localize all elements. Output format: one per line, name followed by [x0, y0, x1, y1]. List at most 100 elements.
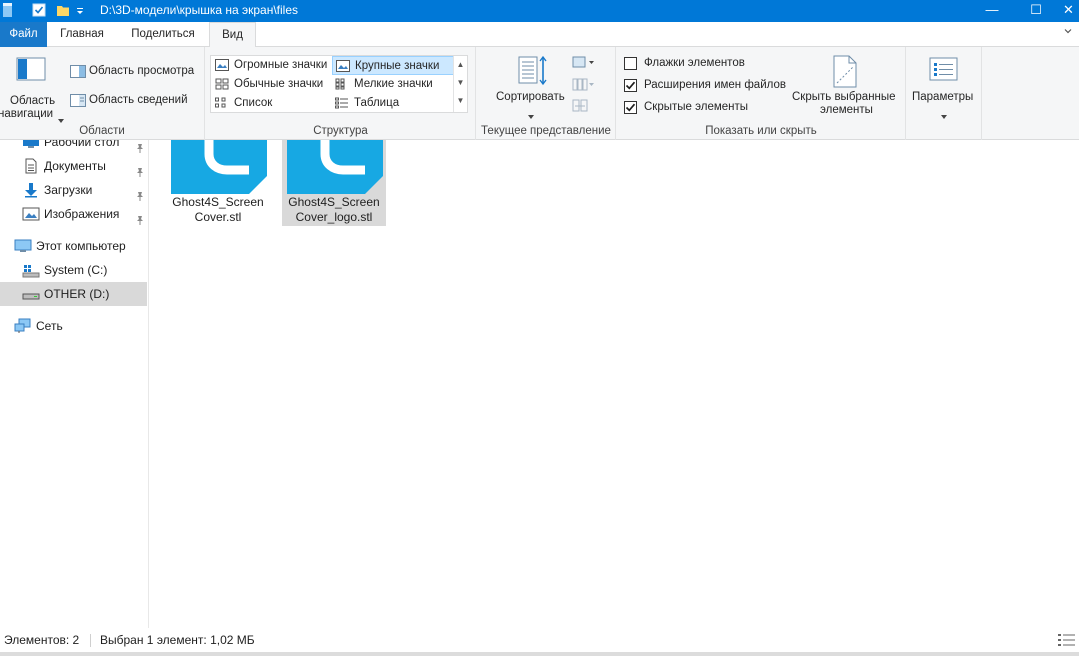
layout-list[interactable]: Список: [212, 94, 332, 113]
list-icon: [215, 97, 229, 109]
pin-icon[interactable]: [135, 185, 145, 201]
tab-home[interactable]: Главная: [56, 22, 108, 47]
large-icons-icon: [336, 60, 350, 72]
nav-item-documents[interactable]: Документы: [0, 154, 147, 178]
group-by-button[interactable]: [572, 55, 596, 71]
nav-item-pictures[interactable]: Изображения: [0, 202, 147, 226]
show-hide-group: Флажки элементов Расширения имен файлов …: [617, 47, 906, 140]
this-pc-icon: [14, 238, 32, 254]
areas-group-label: Области: [79, 125, 125, 137]
folder-options-icon: [929, 57, 959, 83]
tab-view[interactable]: Вид: [209, 22, 256, 48]
hide-selected-icon: [831, 55, 859, 89]
ribbon-tabs: Файл Главная Поделиться Вид: [0, 22, 1079, 48]
file-name: Ghost4S_Screen Cover_logo.stl: [288, 195, 380, 224]
details-view-toggle-icon[interactable]: [1057, 632, 1077, 648]
details-pane-button[interactable]: Область сведений: [70, 92, 200, 110]
layout-small-icons[interactable]: Мелкие значки: [332, 75, 454, 94]
nav-item-downloads[interactable]: Загрузки: [0, 178, 147, 202]
app-explorer-icon: [2, 2, 14, 18]
status-bar: Элементов: 2 Выбран 1 элемент: 1,02 МБ: [0, 628, 1079, 652]
title-bar: D:\3D-модели\крышка на экран\files — ☐ ✕: [0, 0, 1079, 22]
medium-icons-icon: [215, 78, 229, 90]
layout-extra-large-icons[interactable]: Огромные значки: [212, 56, 332, 75]
size-columns-button: [572, 98, 596, 114]
documents-icon: [22, 158, 40, 174]
nav-item-system-c[interactable]: System (C:): [0, 258, 147, 282]
layout-group-label: Структура: [313, 125, 368, 137]
file-extensions-checkbox[interactable]: [624, 79, 637, 92]
ribbon-collapse-chevron-icon[interactable]: [1063, 26, 1073, 36]
item-checkboxes-checkbox[interactable]: [624, 57, 637, 70]
small-icons-icon: [335, 78, 349, 90]
areas-group: Область навигации Область просмотра Обла…: [0, 47, 205, 140]
drive-icon: [22, 286, 40, 302]
navigation-pane-dropdown-icon: [58, 112, 64, 123]
current-view-group: Сортировать Текущее представление: [477, 47, 616, 140]
taskbar-edge: [0, 652, 1079, 656]
stl-file-icon: [287, 140, 383, 194]
file-extensions-toggle[interactable]: Расширения имен файлов: [624, 77, 794, 95]
options-button[interactable]: Параметры: [909, 53, 979, 119]
stl-file-icon: [171, 140, 267, 194]
system-drive-icon: [22, 262, 40, 278]
layout-medium-icons[interactable]: Обычные значки: [212, 75, 332, 94]
sort-by-button[interactable]: Сортировать: [489, 53, 577, 119]
properties-icon[interactable]: [32, 2, 46, 18]
details-icon: [335, 97, 349, 109]
hide-selected-items-button[interactable]: Скрыть выбранные элементы: [789, 53, 901, 119]
item-count: Элементов: 2: [4, 633, 80, 647]
customize-quick-access-icon[interactable]: [75, 2, 85, 18]
minimize-button[interactable]: —: [970, 0, 1014, 22]
gallery-scroll-down-icon[interactable]: ▼: [454, 74, 467, 92]
add-columns-button: [572, 77, 596, 93]
pin-icon[interactable]: [135, 140, 145, 153]
sort-dropdown-icon: [528, 108, 534, 119]
navigation-pane-icon: [16, 57, 48, 83]
navigation-pane-button[interactable]: Область навигации: [0, 51, 64, 123]
pictures-icon: [22, 206, 40, 222]
details-pane-icon: [70, 94, 86, 107]
close-button[interactable]: ✕: [1058, 0, 1079, 22]
file-name: Ghost4S_Screen Cover.stl: [172, 195, 264, 224]
hidden-items-checkbox[interactable]: [624, 101, 637, 114]
window-title: D:\3D-модели\крышка на экран\files: [100, 3, 298, 17]
new-folder-icon[interactable]: [56, 2, 70, 18]
selection-info: Выбран 1 элемент: 1,02 МБ: [100, 633, 255, 647]
pin-icon[interactable]: [135, 209, 145, 225]
preview-pane-icon: [70, 65, 86, 78]
tab-file[interactable]: Файл: [0, 22, 47, 47]
gallery-expand-icon[interactable]: ▼: [454, 92, 467, 110]
nav-item-network[interactable]: Сеть: [0, 314, 147, 338]
nav-item-desktop[interactable]: Рабочий стол: [0, 140, 147, 154]
hidden-items-toggle[interactable]: Скрытые элементы: [624, 99, 789, 117]
sort-icon: [517, 55, 549, 87]
network-icon: [14, 318, 32, 334]
ribbon: Область навигации Область просмотра Обла…: [0, 47, 1079, 140]
gallery-scroll-up-icon[interactable]: ▲: [454, 56, 467, 74]
maximize-button[interactable]: ☐: [1014, 0, 1058, 22]
layout-gallery-scroll: ▲ ▼ ▼: [453, 56, 467, 112]
item-checkboxes-toggle[interactable]: Флажки элементов: [624, 55, 789, 73]
show-hide-group-label: Показать или скрыть: [705, 125, 817, 137]
layout-large-icons[interactable]: Крупные значки: [332, 56, 454, 75]
tab-share[interactable]: Поделиться: [124, 22, 202, 47]
size-columns-icon: [572, 98, 596, 114]
options-dropdown-icon: [941, 108, 947, 119]
file-item[interactable]: Ghost4S_Screen Cover.stl: [166, 140, 270, 226]
preview-pane-button[interactable]: Область просмотра: [70, 63, 200, 81]
layout-gallery: Огромные значки Крупные значки Обычные з…: [210, 55, 468, 113]
desktop-icon: [22, 140, 40, 150]
downloads-icon: [22, 182, 40, 198]
nav-item-this-pc[interactable]: Этот компьютер: [0, 234, 147, 258]
navigation-pane: Рабочий стол Документы Загрузки Изображе…: [0, 140, 149, 628]
current-view-group-label: Текущее представление: [481, 125, 611, 137]
file-item-selected[interactable]: Ghost4S_Screen Cover_logo.stl: [282, 140, 386, 226]
file-list: Ghost4S_Screen Cover.stl Ghost4S_Screen …: [150, 140, 1079, 628]
extra-large-icons-icon: [215, 59, 229, 71]
layout-details[interactable]: Таблица: [332, 94, 454, 113]
pin-icon[interactable]: [135, 161, 145, 177]
group-by-icon: [572, 55, 596, 71]
options-group: Параметры: [907, 47, 982, 140]
nav-item-other-d[interactable]: OTHER (D:): [0, 282, 147, 306]
